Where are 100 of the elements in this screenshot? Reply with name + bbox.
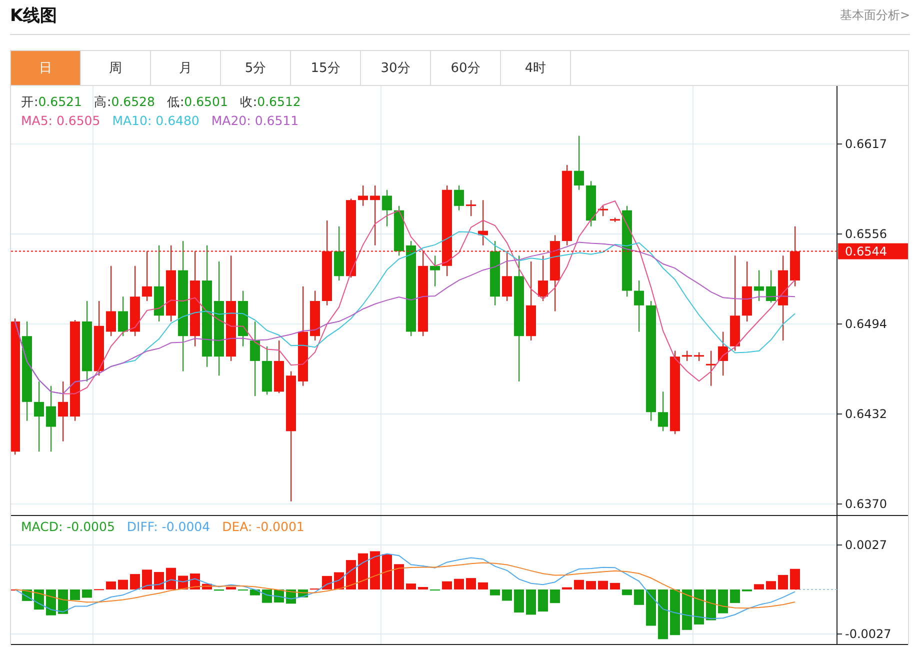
macd-bar xyxy=(442,581,452,590)
macd-bar xyxy=(466,578,476,590)
macd-bar xyxy=(130,574,140,590)
macd-bar xyxy=(622,589,632,596)
macd-bar xyxy=(790,568,800,590)
macd-bar xyxy=(694,589,704,624)
macd-bar xyxy=(82,589,92,598)
macd-bar xyxy=(562,587,572,590)
candlestick xyxy=(430,255,440,287)
candlestick xyxy=(754,270,764,302)
macd-bar xyxy=(142,570,152,590)
macd-bar xyxy=(226,587,236,590)
candlestick xyxy=(538,255,548,302)
candlestick xyxy=(382,189,392,227)
macd-bar xyxy=(778,574,788,590)
candlestick xyxy=(682,350,692,362)
macd-bar xyxy=(118,580,128,590)
zero-line xyxy=(794,588,838,590)
fundamental-analysis-link[interactable]: 基本面分析> xyxy=(840,6,910,24)
macd-bar xyxy=(154,572,164,590)
candlestick xyxy=(454,184,464,211)
candlestick xyxy=(598,205,608,217)
candlestick xyxy=(634,280,644,332)
macd-bar xyxy=(334,572,344,590)
candlestick xyxy=(766,270,776,303)
macd-bar xyxy=(106,581,116,590)
macd-bar xyxy=(610,582,620,590)
last-price-tag: 0.6544 xyxy=(838,243,908,260)
quote-value: 0.6528 xyxy=(111,94,155,111)
candlestick xyxy=(46,385,56,452)
ma-legend: MA20: 0.6511 xyxy=(211,113,299,128)
macd-bar xyxy=(502,589,512,601)
axis-label: 0.6432 xyxy=(845,407,887,421)
ma-legend: MA5: 0.6505 xyxy=(21,113,100,128)
macd-bar xyxy=(58,589,68,614)
candlestick xyxy=(394,205,404,256)
macd-bar xyxy=(406,584,416,590)
candlestick xyxy=(586,180,596,227)
macd-bar xyxy=(730,589,740,603)
candlestick xyxy=(694,352,704,362)
macd-bar xyxy=(682,589,692,630)
macd-bar xyxy=(718,589,728,614)
macd-bar xyxy=(418,587,428,590)
quote-value: 0.6521 xyxy=(38,94,82,111)
macd-bar xyxy=(706,589,716,620)
macd-bar xyxy=(490,589,500,596)
candlestick xyxy=(502,250,512,302)
candlestick xyxy=(574,135,584,190)
candlestick xyxy=(718,331,728,376)
quote-value: 0.6512 xyxy=(257,94,301,111)
axis-label: 0.6556 xyxy=(845,227,887,241)
macd-bar xyxy=(550,589,560,604)
candlestick xyxy=(58,380,68,442)
macd-bar xyxy=(598,580,608,590)
candlestick xyxy=(34,380,44,452)
macd-bar xyxy=(262,589,272,603)
quote-value: 0.6501 xyxy=(184,94,228,111)
macd-bar xyxy=(634,589,644,605)
macd-legend: DIFF: -0.0004 xyxy=(126,519,210,534)
macd-legend: DEA: -0.0001 xyxy=(222,519,304,534)
quote-label: 开: xyxy=(21,94,38,111)
macd-bar xyxy=(658,589,668,640)
candlestick xyxy=(334,226,344,282)
candlestick xyxy=(106,265,116,337)
macd-bar xyxy=(478,582,488,590)
macd-bar xyxy=(166,568,176,590)
candlestick xyxy=(490,240,500,306)
macd-bar xyxy=(382,554,392,590)
macd-bar xyxy=(46,589,56,616)
macd-bar xyxy=(526,589,536,615)
ma-legend: MA10: 0.6480 xyxy=(112,113,200,128)
macd-bar xyxy=(766,581,776,590)
axis-label: 0.6494 xyxy=(845,317,887,331)
axis-label: -0.0027 xyxy=(845,627,892,641)
candlestick xyxy=(610,217,620,223)
candlestick xyxy=(262,346,272,396)
quote-label: 低: xyxy=(166,94,184,111)
macd-bar xyxy=(394,564,404,590)
macd-bar xyxy=(670,589,680,636)
candlestick xyxy=(478,200,488,246)
macd-bar xyxy=(538,589,548,612)
macd-bar xyxy=(322,576,332,590)
macd-bar xyxy=(358,553,368,590)
macd-bar xyxy=(202,584,212,590)
macd-bar xyxy=(754,584,764,590)
macd-bar xyxy=(742,589,752,592)
candlestick xyxy=(466,200,476,217)
candlestick xyxy=(742,261,752,322)
candlestick xyxy=(358,184,368,206)
macd-bar xyxy=(586,581,596,590)
axis-label: 0.6617 xyxy=(845,137,887,151)
candlestick xyxy=(310,290,320,341)
page-title: K线图 xyxy=(10,4,58,26)
quote-label: 高: xyxy=(94,94,112,111)
macd-legend: MACD: -0.0005 xyxy=(21,519,115,534)
candlestick xyxy=(370,184,380,246)
macd-bar xyxy=(370,551,380,590)
quote-label: 收: xyxy=(240,94,258,111)
candlestick xyxy=(790,226,800,287)
candlestick xyxy=(130,265,140,337)
